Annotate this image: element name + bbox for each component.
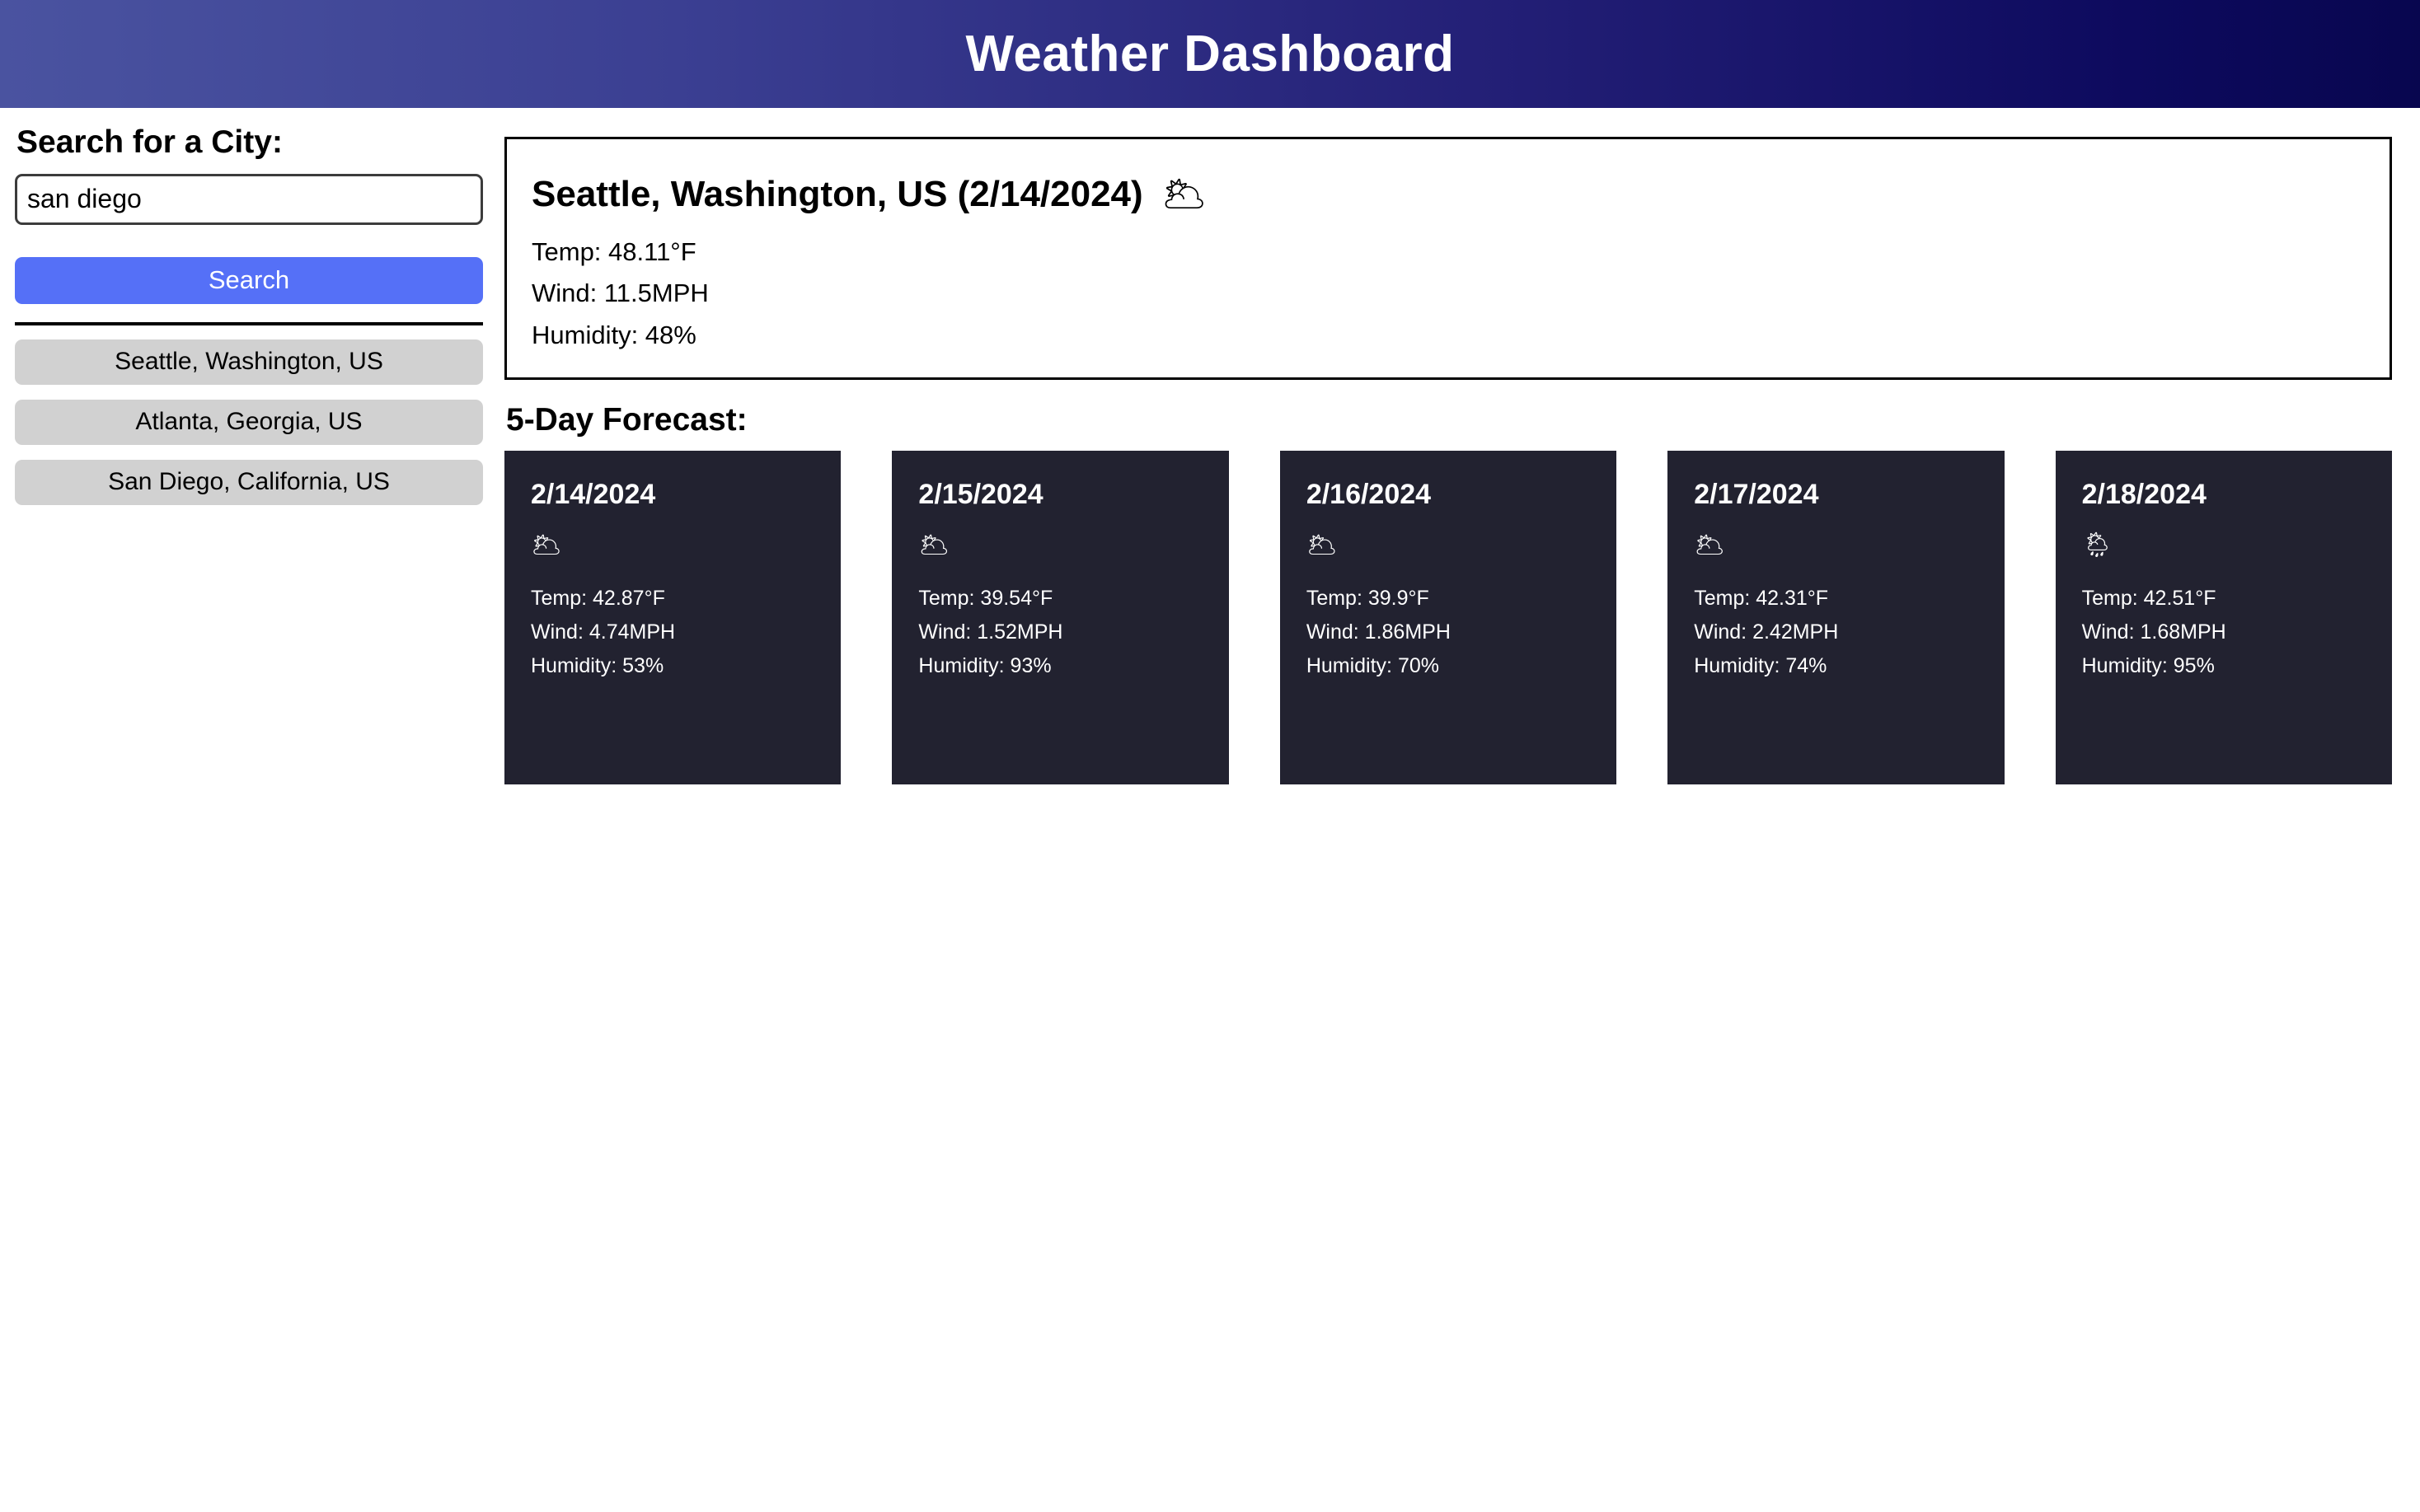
forecast-wind: Wind: 2.42MPH [1694, 620, 1839, 644]
forecast-humidity: Humidity: 93% [918, 654, 1052, 678]
current-temp: Temp: 48.11°F [532, 237, 696, 267]
forecast-date: 2/16/2024 [1306, 478, 1432, 510]
forecast-humidity: Humidity: 74% [1694, 654, 1827, 678]
forecast-date: 2/14/2024 [531, 478, 656, 510]
forecast-humidity: Humidity: 53% [531, 654, 664, 678]
search-history-list: Seattle, Washington, US Atlanta, Georgia… [15, 339, 483, 505]
rain-cloud-icon: 🌦 [2081, 531, 2113, 559]
current-weather-heading: Seattle, Washington, US (2/14/2024) 🌥 [532, 174, 2365, 215]
forecast-date: 2/18/2024 [2081, 478, 2207, 510]
current-city-title: Seattle, Washington, US (2/14/2024) [532, 174, 1143, 214]
forecast-heading: 5-Day Forecast: [506, 401, 748, 438]
forecast-date: 2/17/2024 [1694, 478, 1819, 510]
history-item-seattle[interactable]: Seattle, Washington, US [15, 339, 483, 385]
broken-clouds-icon: 🌥 [1694, 531, 1726, 559]
forecast-card: 2/17/2024 🌥 Temp: 42.31°F Wind: 2.42MPH … [1667, 450, 2005, 784]
search-button[interactable]: Search [15, 256, 483, 304]
history-item-san-diego[interactable]: San Diego, California, US [15, 459, 483, 505]
forecast-wind: Wind: 1.52MPH [918, 620, 1063, 644]
search-label: Search for a City: [16, 124, 283, 160]
forecast-humidity: Humidity: 70% [1306, 654, 1439, 678]
forecast-humidity: Humidity: 95% [2081, 654, 2215, 678]
main-content: Seattle, Washington, US (2/14/2024) 🌥 Te… [498, 108, 2420, 784]
current-wind: Wind: 11.5MPH [532, 279, 709, 308]
broken-clouds-icon: 🌥 [918, 531, 950, 559]
history-divider [15, 321, 483, 325]
current-weather-card: Seattle, Washington, US (2/14/2024) 🌥 Te… [504, 137, 2392, 380]
app-header: Weather Dashboard [0, 0, 2420, 108]
forecast-card: 2/15/2024 🌥 Temp: 39.54°F Wind: 1.52MPH … [892, 450, 1229, 784]
broken-clouds-icon: 🌥 [1306, 531, 1338, 559]
forecast-card: 2/18/2024 🌦 Temp: 42.51°F Wind: 1.68MPH … [2055, 450, 2393, 784]
search-sidebar: Search for a City: Search Seattle, Washi… [0, 108, 498, 520]
page-layout: Search for a City: Search Seattle, Washi… [0, 108, 2420, 784]
search-input[interactable] [15, 173, 483, 225]
forecast-temp: Temp: 42.31°F [1694, 587, 1829, 611]
forecast-wind: Wind: 1.86MPH [1306, 620, 1451, 644]
forecast-list: 2/14/2024 🌥 Temp: 42.87°F Wind: 4.74MPH … [504, 450, 2393, 784]
broken-clouds-icon: 🌥 [1161, 174, 1208, 215]
history-item-atlanta[interactable]: Atlanta, Georgia, US [15, 399, 483, 445]
forecast-wind: Wind: 4.74MPH [531, 620, 676, 644]
forecast-date: 2/15/2024 [918, 478, 1044, 510]
forecast-card: 2/16/2024 🌥 Temp: 39.9°F Wind: 1.86MPH H… [1279, 450, 1617, 784]
current-humidity: Humidity: 48% [532, 320, 696, 349]
forecast-wind: Wind: 1.68MPH [2081, 620, 2226, 644]
broken-clouds-icon: 🌥 [531, 531, 563, 559]
forecast-card: 2/14/2024 🌥 Temp: 42.87°F Wind: 4.74MPH … [504, 450, 842, 784]
forecast-temp: Temp: 39.9°F [1306, 587, 1429, 611]
forecast-temp: Temp: 39.54°F [918, 587, 1053, 611]
forecast-temp: Temp: 42.87°F [531, 587, 665, 611]
forecast-temp: Temp: 42.51°F [2081, 587, 2216, 611]
page-title: Weather Dashboard [965, 25, 1455, 82]
